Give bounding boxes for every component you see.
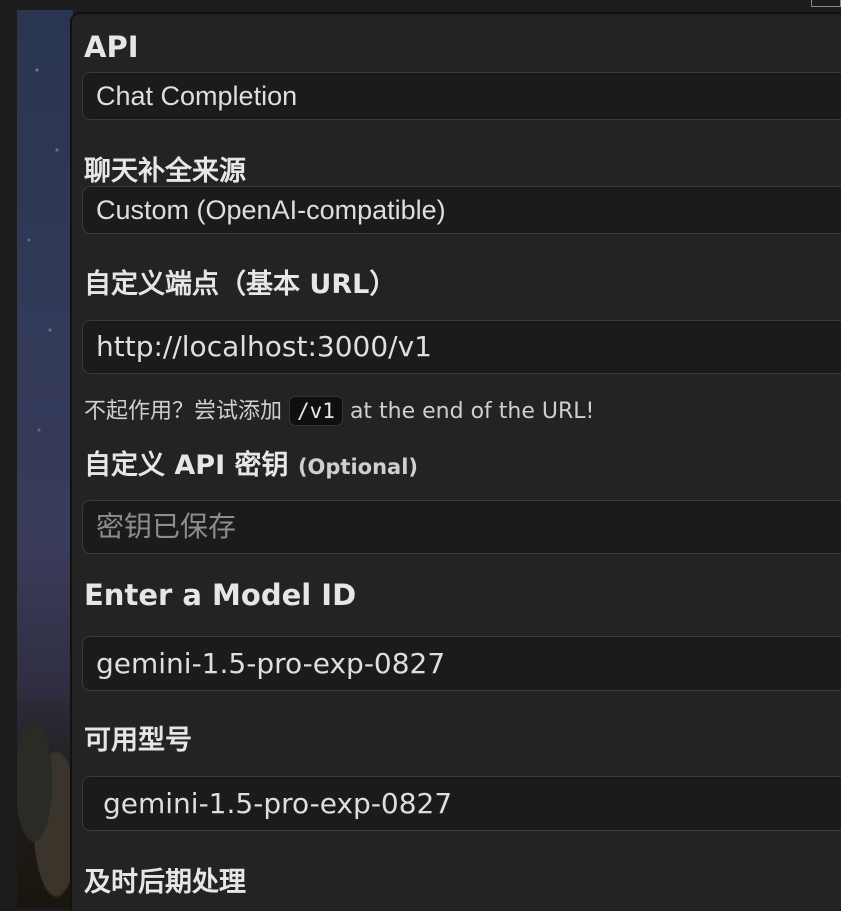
background-trees <box>17 698 73 908</box>
model-id-input[interactable]: gemini-1.5-pro-exp-0827 <box>82 636 841 691</box>
postprocessing-label: 及时后期处理 <box>84 867 246 898</box>
custom-endpoint-label: 自定义端点（基本 URL） <box>84 269 397 300</box>
background-image <box>17 10 73 908</box>
api-key-label-text: 自定义 API 密钥 <box>84 450 289 481</box>
endpoint-hint-code: /v1 <box>289 396 343 426</box>
window-corner-control <box>811 0 841 7</box>
chat-source-select[interactable]: Custom (OpenAI-compatible) <box>82 186 841 234</box>
endpoint-hint-prefix: 不起作用？尝试添加 <box>84 399 283 424</box>
model-id-label: Enter a Model ID <box>84 578 357 612</box>
available-models-label: 可用型号 <box>84 725 192 756</box>
api-key-input[interactable]: 密钥已保存 <box>82 500 841 554</box>
chat-source-label: 聊天补全来源 <box>84 156 246 187</box>
endpoint-hint: 不起作用？尝试添加 /v1 at the end of the URL! <box>84 393 594 426</box>
available-models-select[interactable]: gemini-1.5-pro-exp-0827 <box>82 776 841 831</box>
endpoint-hint-suffix: at the end of the URL! <box>349 399 595 424</box>
api-key-label: 自定义 API 密钥 (Optional) <box>84 443 418 482</box>
api-label: API <box>84 30 139 64</box>
custom-endpoint-input[interactable]: http://localhost:3000/v1 <box>82 320 841 374</box>
api-key-optional-tag: (Optional) <box>297 455 419 479</box>
settings-window: API Chat Completion 聊天补全来源 Custom (OpenA… <box>0 0 841 911</box>
api-select[interactable]: Chat Completion <box>82 72 841 120</box>
